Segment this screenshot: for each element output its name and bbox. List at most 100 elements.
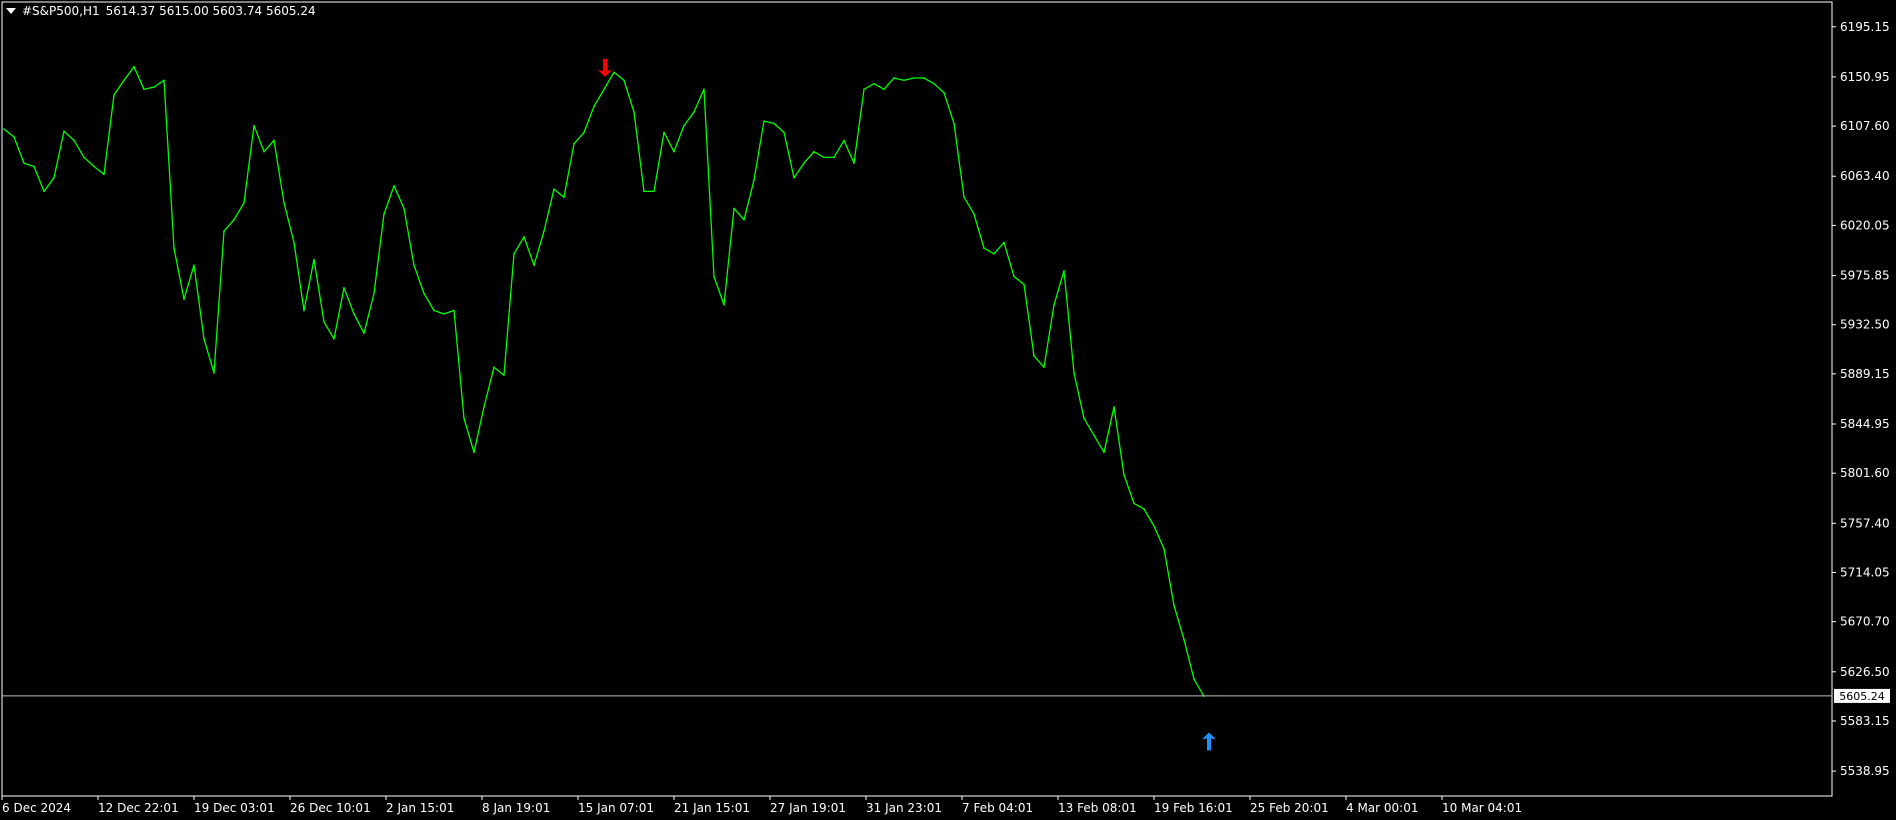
price-point	[613, 71, 615, 74]
price-point	[283, 201, 285, 204]
price-point	[243, 201, 245, 204]
price-point	[193, 264, 195, 266]
price-point	[143, 88, 145, 91]
chart-frame	[1, 1, 1833, 797]
price-point	[893, 77, 895, 79]
price-point	[273, 139, 275, 142]
price-point	[173, 247, 175, 249]
price-point	[523, 235, 525, 238]
x-tick-label: 4 Mar 00:01	[1346, 801, 1419, 815]
price-point	[683, 124, 685, 127]
price-point	[753, 179, 755, 181]
price-point	[413, 264, 415, 266]
price-point	[303, 309, 305, 312]
price-point	[1173, 604, 1175, 607]
price-point	[693, 111, 695, 113]
price-point	[213, 372, 215, 374]
price-point	[1033, 355, 1035, 357]
price-point	[1183, 638, 1185, 641]
y-tick-label: 5889.15	[1840, 367, 1890, 381]
price-point	[643, 190, 645, 193]
price-chart[interactable]: 6195.15 6150.95 6107.60 6063.40 6020.05 5975.…	[0, 0, 1896, 820]
price-point	[723, 304, 725, 306]
price-point	[133, 65, 135, 68]
price-point	[353, 313, 355, 315]
price-point	[1073, 372, 1075, 374]
price-point	[733, 207, 735, 210]
price-point	[123, 79, 125, 82]
price-point	[233, 218, 235, 221]
price-point	[113, 94, 115, 96]
price-point	[373, 292, 375, 295]
x-tick-label: 26 Dec 10:01	[290, 801, 371, 815]
x-tick-label: 19 Dec 03:01	[194, 801, 275, 815]
price-point	[903, 79, 905, 82]
price-point	[63, 130, 65, 133]
collapse-triangle-icon[interactable]	[6, 8, 16, 14]
x-tick-label: 21 Jan 15:01	[674, 801, 750, 815]
price-point	[203, 338, 205, 340]
price-point	[563, 196, 565, 198]
price-point	[533, 264, 535, 266]
current-price-tag: 5605.24	[1834, 688, 1890, 703]
price-point	[363, 332, 365, 335]
price-point	[83, 156, 85, 159]
price-point	[53, 177, 55, 179]
price-point	[883, 88, 885, 91]
y-tick-label: 6195.15	[1840, 20, 1890, 34]
price-point	[833, 156, 835, 159]
x-tick-label: 7 Feb 04:01	[962, 801, 1033, 815]
y-tick-label: 6063.40	[1840, 169, 1890, 183]
y-tick-label: 5626.50	[1840, 665, 1890, 679]
price-point	[33, 165, 35, 168]
price-point	[313, 258, 315, 261]
y-tick-label: 5932.50	[1840, 318, 1890, 332]
price-point	[593, 105, 595, 108]
x-tick-label: 27 Jan 19:01	[770, 801, 846, 815]
price-point	[663, 131, 665, 134]
price-point	[963, 196, 965, 198]
price-point	[623, 79, 625, 82]
price-point	[803, 162, 805, 164]
price-point	[1053, 304, 1055, 306]
symbol-label: #S&P500,H1	[22, 4, 100, 18]
price-point	[1153, 525, 1155, 527]
y-tick-label: 5757.40	[1840, 516, 1890, 530]
price-series-line	[3, 66, 1205, 697]
price-point	[943, 91, 945, 94]
price-point	[453, 309, 455, 312]
y-tick-label: 5714.05	[1840, 565, 1890, 579]
x-tick-label: 10 Mar 04:01	[1442, 801, 1522, 815]
price-point	[1083, 417, 1085, 420]
price-point	[443, 313, 445, 315]
y-tick-label: 5670.70	[1840, 615, 1890, 629]
price-point	[333, 338, 335, 340]
series-layer	[3, 65, 1205, 697]
price-point	[483, 406, 485, 408]
price-point	[973, 213, 975, 215]
price-point	[433, 309, 435, 312]
price-point	[703, 88, 705, 91]
y-tick-label: 5801.60	[1840, 466, 1890, 480]
price-point	[13, 136, 15, 138]
price-point	[953, 122, 955, 125]
price-point	[153, 86, 155, 88]
price-point	[983, 247, 985, 249]
price-point	[933, 82, 935, 85]
price-point	[183, 298, 185, 300]
price-point	[223, 230, 225, 232]
price-point	[43, 190, 45, 193]
price-point	[913, 77, 915, 79]
price-point	[403, 207, 405, 210]
price-point	[343, 287, 345, 289]
price-point	[1123, 474, 1125, 476]
y-tick-label: 6107.60	[1840, 119, 1890, 133]
price-point	[713, 275, 715, 278]
x-tick-label: 15 Jan 07:01	[578, 801, 654, 815]
price-point	[863, 88, 865, 91]
price-point	[653, 190, 655, 193]
price-point	[423, 292, 425, 295]
price-point	[513, 253, 515, 255]
price-point	[773, 122, 775, 125]
price-point	[503, 374, 505, 376]
